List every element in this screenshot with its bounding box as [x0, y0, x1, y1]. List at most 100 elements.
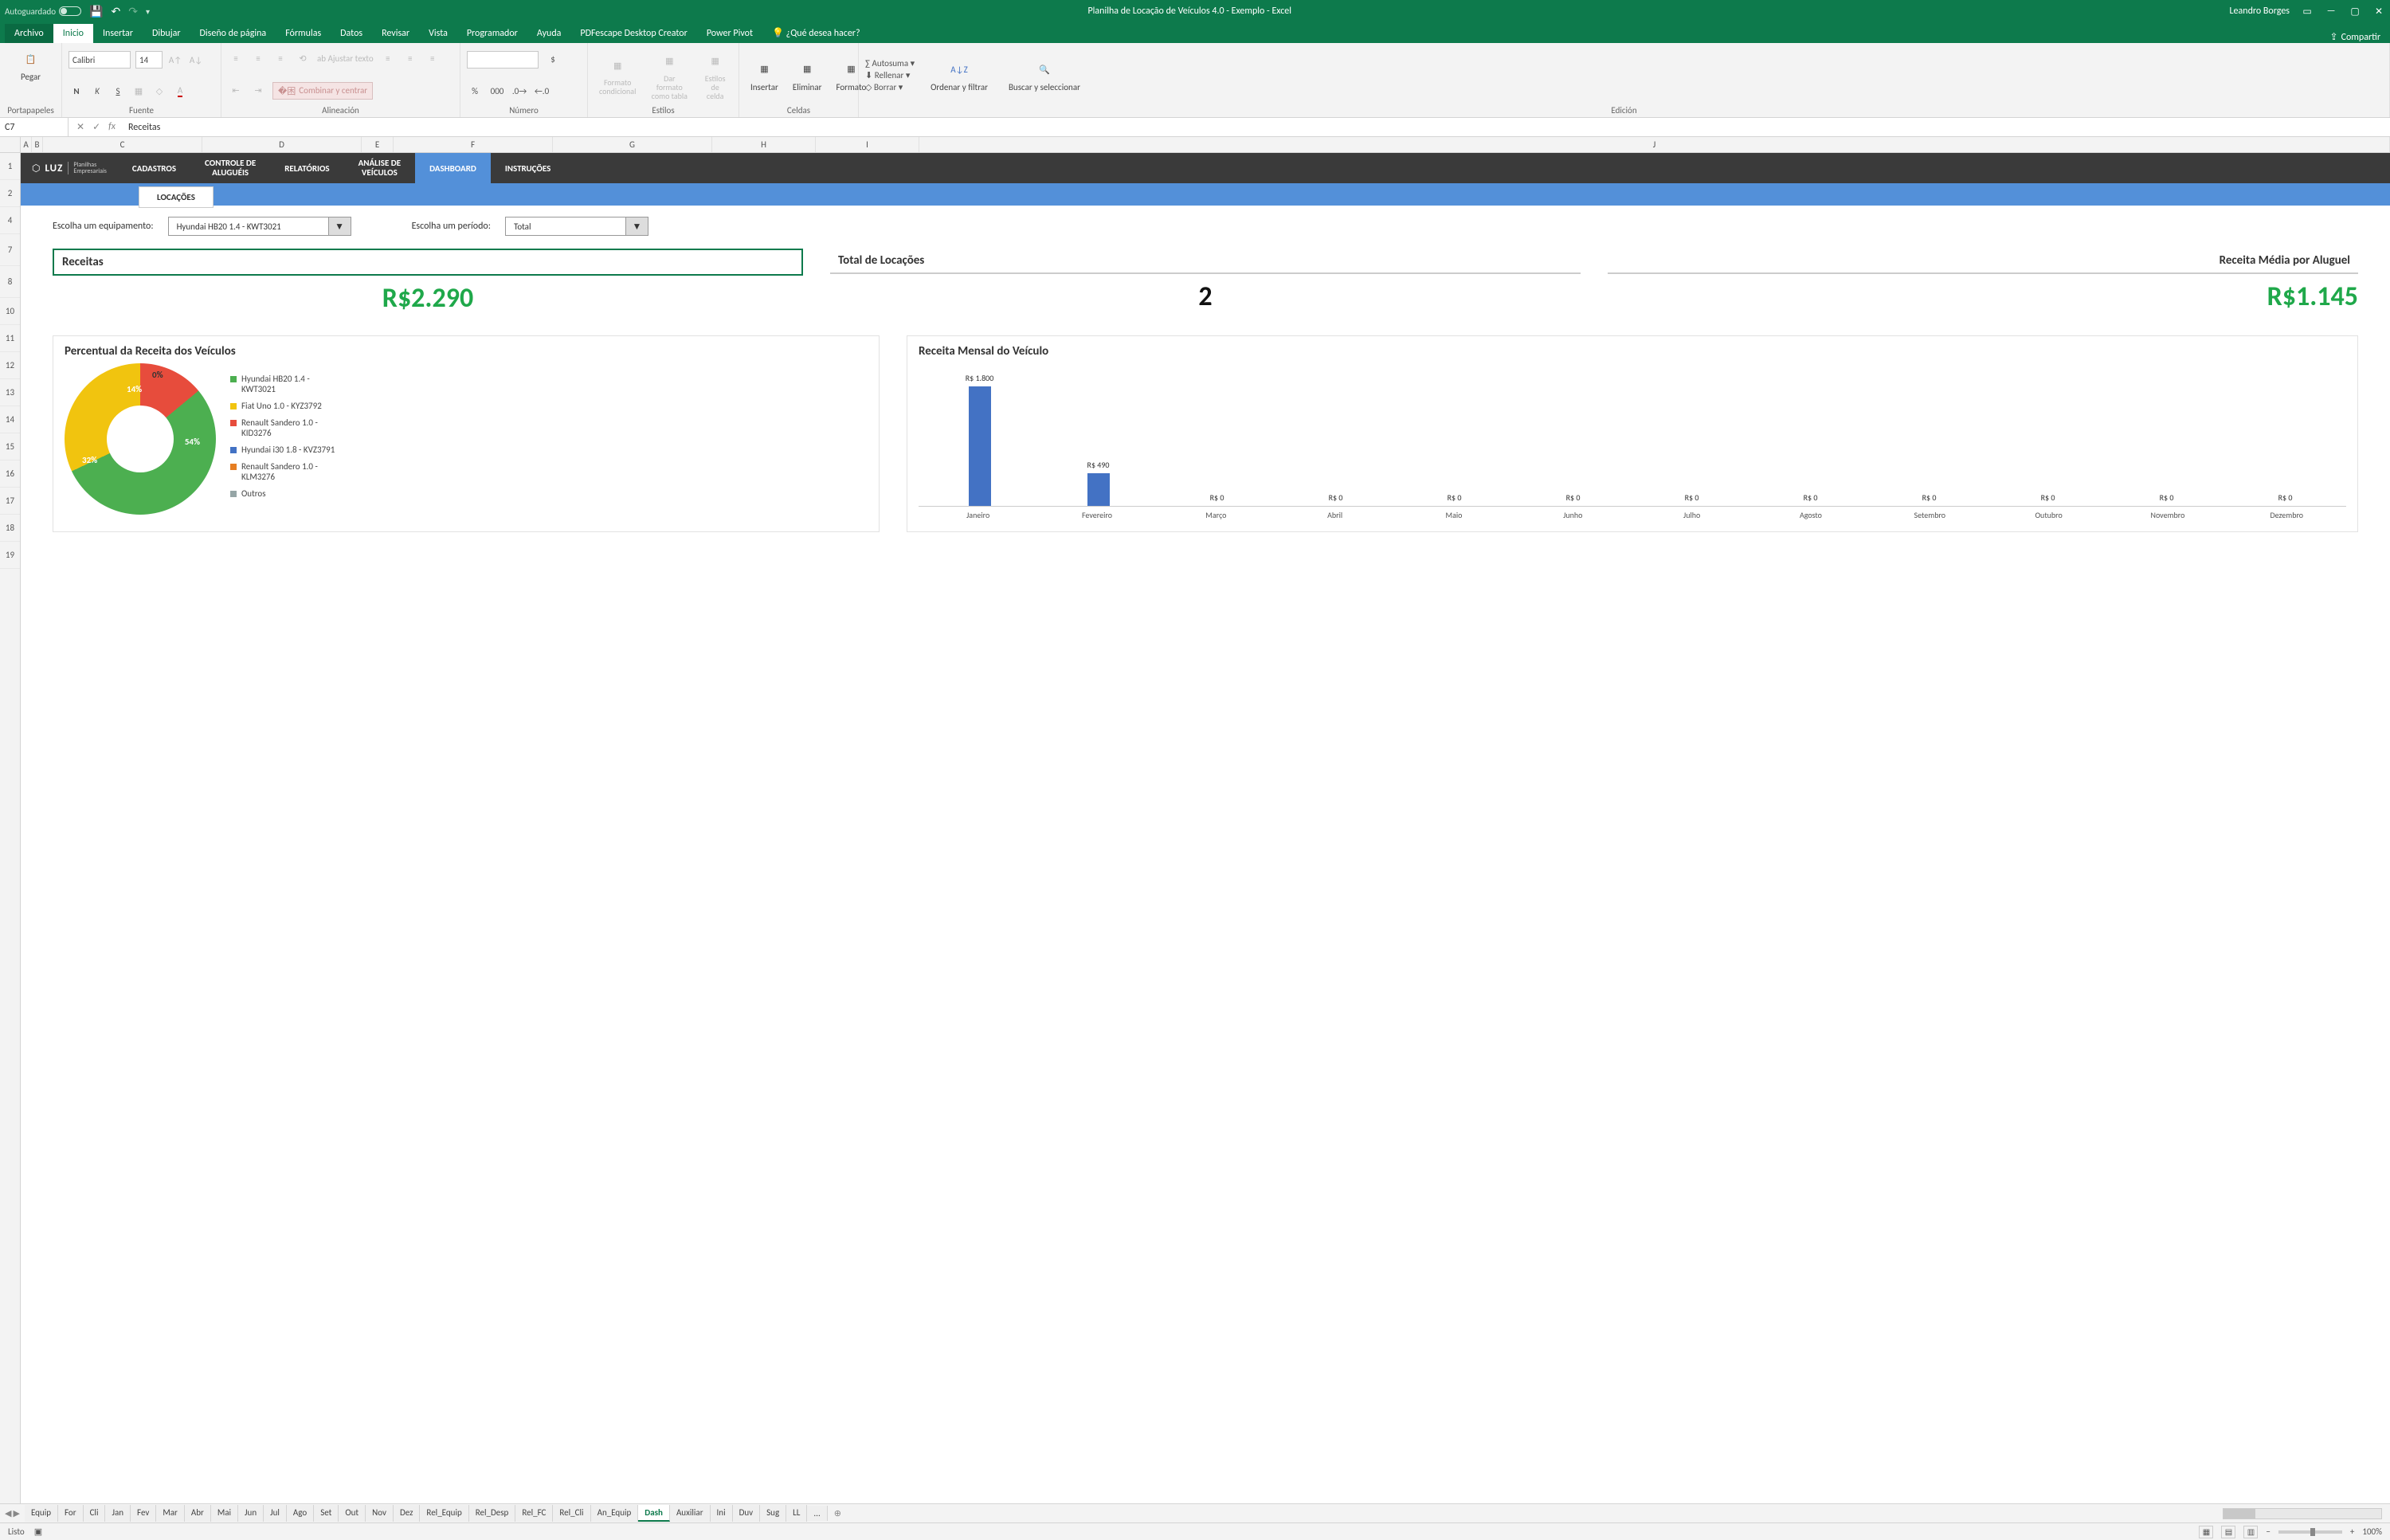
currency-icon[interactable]: $	[545, 52, 561, 68]
tab-formulas[interactable]: Fórmulas	[276, 24, 331, 43]
maximize-icon[interactable]: ▢	[2349, 6, 2361, 18]
align-right-icon[interactable]: ≡	[425, 51, 441, 67]
increase-font-icon[interactable]: A↑	[167, 52, 183, 68]
col-d[interactable]: D	[202, 137, 362, 152]
tab-file[interactable]: Archivo	[5, 24, 53, 43]
col-h[interactable]: H	[712, 137, 816, 152]
nav-cadastros[interactable]: CADASTROS	[118, 153, 190, 183]
redo-icon[interactable]: ↷	[128, 5, 138, 18]
tab-insert[interactable]: Insertar	[93, 24, 143, 43]
close-icon[interactable]: ✕	[2372, 6, 2385, 18]
col-c[interactable]: C	[43, 137, 202, 152]
col-e[interactable]: E	[362, 137, 394, 152]
row-11[interactable]: 11	[0, 325, 20, 352]
row-18[interactable]: 18	[0, 515, 20, 542]
sheet-tab-ini[interactable]: Ini	[711, 1505, 733, 1522]
col-g[interactable]: G	[553, 137, 712, 152]
tab-help[interactable]: Ayuda	[527, 24, 571, 43]
tab-review[interactable]: Revisar	[372, 24, 419, 43]
nav-dashboard[interactable]: DASHBOARD	[415, 153, 491, 183]
tab-data[interactable]: Datos	[331, 24, 372, 43]
sheet-more[interactable]: ...	[807, 1506, 827, 1521]
number-format-combo[interactable]	[467, 51, 539, 69]
zoom-in-icon[interactable]: +	[2350, 1526, 2354, 1537]
undo-icon[interactable]: ↶	[112, 5, 121, 18]
sheet-tab-cli[interactable]: Cli	[84, 1505, 106, 1522]
align-bot-icon[interactable]: ≡	[272, 51, 288, 67]
fill-button[interactable]: ⬇ Rellenar ▾	[865, 70, 915, 80]
align-mid-icon[interactable]: ≡	[250, 51, 266, 67]
autosave-toggle[interactable]: Autoguardado	[5, 6, 81, 17]
row-15[interactable]: 15	[0, 433, 20, 460]
format-table-button[interactable]: ▦Dar formato como tabla	[645, 49, 693, 102]
row-19[interactable]: 19	[0, 542, 20, 569]
view-layout-icon[interactable]: ▤	[2221, 1526, 2235, 1538]
zoom-value[interactable]: 100%	[2362, 1526, 2382, 1537]
row-12[interactable]: 12	[0, 352, 20, 379]
clear-button[interactable]: ◇ Borrar ▾	[865, 82, 915, 92]
tab-draw[interactable]: Dibujar	[143, 24, 190, 43]
sheet-add-icon[interactable]: ⊕	[828, 1508, 848, 1518]
col-f[interactable]: F	[394, 137, 553, 152]
macro-record-icon[interactable]: ▣	[34, 1526, 42, 1537]
row-1[interactable]: 1	[0, 153, 20, 180]
sheet-tab-nov[interactable]: Nov	[366, 1505, 394, 1522]
cancel-formula-icon[interactable]: ✕	[76, 121, 84, 133]
save-icon[interactable]: 💾	[89, 5, 103, 18]
row-13[interactable]: 13	[0, 379, 20, 406]
comma-icon[interactable]: 000	[489, 84, 505, 100]
border-icon[interactable]: ▦	[131, 83, 147, 99]
sheet-tab-mai[interactable]: Mai	[211, 1505, 238, 1522]
autosum-button[interactable]: ∑ Autosuma ▾	[865, 58, 915, 69]
merge-center-button[interactable]: �困 Combinar y centrar	[272, 82, 373, 100]
ribbon-options-icon[interactable]: ▭	[2301, 6, 2314, 18]
dec-decimal-icon[interactable]: ←.0	[534, 84, 550, 100]
minimize-icon[interactable]: —	[2325, 6, 2337, 17]
equip-dropdown[interactable]: Hyundai HB20 1.4 - KWT3021 ▼	[168, 217, 351, 236]
sheet-tab-rel_fc[interactable]: Rel_FC	[515, 1505, 553, 1522]
subtab-locacoes[interactable]: LOCAÇÕES	[139, 186, 214, 208]
tab-developer[interactable]: Programador	[457, 24, 527, 43]
tell-me[interactable]: 💡 ¿Qué desea hacer?	[762, 23, 870, 43]
col-j[interactable]: J	[919, 137, 2390, 152]
name-box[interactable]: C7	[0, 118, 69, 136]
indent-dec-icon[interactable]: ⇤	[228, 83, 244, 99]
insert-cells-button[interactable]: ▦Insertar	[746, 57, 783, 94]
find-select-button[interactable]: 🔍Buscar y seleccionar	[1004, 57, 1085, 93]
bold-icon[interactable]: N	[69, 83, 84, 99]
col-b[interactable]: B	[32, 137, 43, 152]
sheet-tab-jan[interactable]: Jan	[105, 1505, 131, 1522]
font-size-combo[interactable]: 14	[135, 51, 163, 69]
indent-inc-icon[interactable]: ⇥	[250, 83, 266, 99]
sheet-tab-ago[interactable]: Ago	[287, 1505, 314, 1522]
share-button[interactable]: ⇪ Compartir	[2330, 31, 2380, 43]
tab-home[interactable]: Inicio	[53, 24, 93, 43]
nav-analise[interactable]: ANÁLISE DEVEÍCULOS	[344, 153, 416, 183]
tab-layout[interactable]: Diseño de página	[190, 24, 276, 43]
nav-instrucoes[interactable]: INSTRUÇÕES	[491, 153, 565, 183]
row-7[interactable]: 7	[0, 234, 20, 266]
col-i[interactable]: I	[816, 137, 919, 152]
worksheet[interactable]: ⬡ LUZ PlanilhasEmpresariais CADASTROS CO…	[21, 153, 2390, 1503]
sheet-tab-dez[interactable]: Dez	[394, 1505, 420, 1522]
sheet-tab-set[interactable]: Set	[314, 1505, 339, 1522]
fill-color-icon[interactable]: ◇	[151, 83, 167, 99]
fx-icon[interactable]: fx	[108, 121, 116, 133]
nav-controle[interactable]: CONTROLE DEALUGUÉIS	[190, 153, 270, 183]
sheet-tab-rel_cli[interactable]: Rel_Cli	[553, 1505, 590, 1522]
select-all-corner[interactable]	[0, 137, 21, 152]
tab-pdfescape[interactable]: PDFescape Desktop Creator	[570, 24, 696, 43]
italic-icon[interactable]: K	[89, 83, 105, 99]
nav-relatorios[interactable]: RELATÓRIOS	[270, 153, 343, 183]
row-16[interactable]: 16	[0, 460, 20, 488]
user-name[interactable]: Leandro Borges	[2230, 6, 2290, 17]
sheet-tab-ll[interactable]: LL	[786, 1505, 807, 1522]
row-4[interactable]: 4	[0, 207, 20, 234]
horizontal-scrollbar[interactable]	[2223, 1508, 2382, 1519]
tab-powerpivot[interactable]: Power Pivot	[697, 24, 762, 43]
orientation-icon[interactable]: ⟲	[295, 51, 311, 67]
sheet-tab-mar[interactable]: Mar	[156, 1505, 185, 1522]
percent-icon[interactable]: %	[467, 84, 483, 100]
sheet-tab-dash[interactable]: Dash	[638, 1505, 670, 1522]
align-top-icon[interactable]: ≡	[228, 51, 244, 67]
